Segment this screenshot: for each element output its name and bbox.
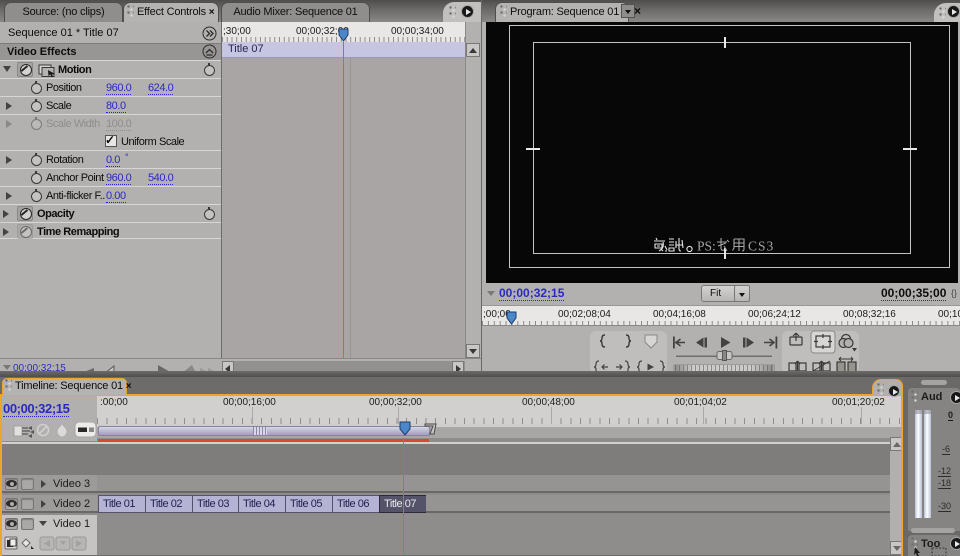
svg-text:PS:: PS: — [697, 239, 716, 254]
svg-text:CS3: CS3 — [748, 239, 774, 254]
